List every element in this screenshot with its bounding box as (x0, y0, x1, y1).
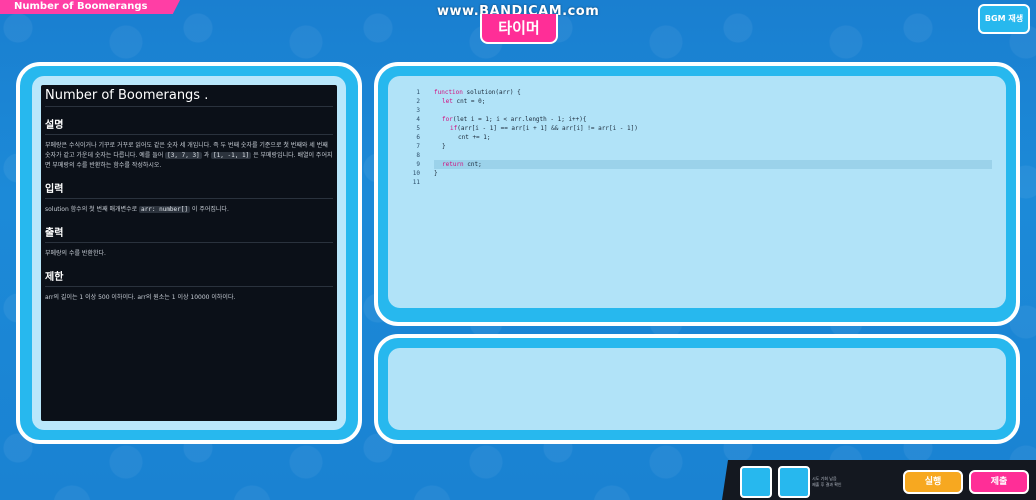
line-number: 9 (416, 161, 420, 168)
timer-badge: 타이머 (480, 14, 558, 44)
code-keyword: return (442, 161, 464, 168)
code-keyword: function (434, 89, 463, 96)
line-number: 4 (416, 116, 420, 123)
output-console (388, 348, 1006, 430)
code-line[interactable]: cnt += 1; (434, 133, 992, 142)
code-text: cnt = 0; (452, 98, 486, 105)
code-line[interactable]: let cnt = 0; (434, 97, 992, 106)
code-editor-panel: 1 2 3 4 5 6 7 8 9 10 11 function solution(arr) {le… (374, 62, 1020, 326)
code-editor[interactable]: 1 2 3 4 5 6 7 8 9 10 11 function solution(arr) {le… (388, 76, 1006, 308)
inline-code: [1, -1, 1] (211, 152, 252, 159)
line-number: 8 (416, 152, 420, 159)
section-heading-output: 출력 (45, 224, 333, 243)
line-number: 3 (416, 107, 420, 114)
code-keyword: let (442, 98, 453, 105)
code-line[interactable]: } (434, 169, 992, 178)
run-button[interactable]: 실행 (903, 470, 963, 494)
problem-panel: Number of Boomerangs . 설명 부메랑은 수식이거나 기꾸로… (16, 62, 362, 444)
line-number: 2 (416, 98, 420, 105)
section-text-constraints: arr의 길이는 1 이상 500 이하이다. arr의 원소는 1 이상 10… (45, 294, 236, 301)
submit-button[interactable]: 제출 (969, 470, 1029, 494)
code-text: cnt += 1; (458, 134, 491, 141)
item-slot-1[interactable] (740, 466, 772, 498)
problem-panel-inner: Number of Boomerangs . 설명 부메랑은 수식이거나 기꾸로… (32, 76, 346, 430)
attempt-hint: 시도 기회 남음 제출 후 결과 확인 (812, 476, 842, 487)
line-number-gutter: 1 2 3 4 5 6 7 8 9 10 11 (402, 88, 420, 187)
bgm-play-button[interactable]: BGM 재생 (978, 4, 1030, 34)
code-keyword: for (442, 116, 453, 123)
code-line[interactable]: for(let i = 1; i < arr.length - 1; i++){ (434, 115, 992, 124)
code-text: } (442, 143, 446, 150)
code-text: solution(arr) { (462, 89, 521, 96)
code-text: cnt; (463, 161, 482, 168)
code-line[interactable]: return cnt; (434, 160, 992, 169)
code-line[interactable] (434, 178, 992, 187)
section-heading-description: 설명 (45, 116, 333, 135)
code-line[interactable]: } (434, 142, 992, 151)
output-panel (374, 334, 1020, 444)
item-slot-2[interactable] (778, 466, 810, 498)
editor-body[interactable]: 1 2 3 4 5 6 7 8 9 10 11 function solution(arr) {le… (402, 88, 992, 187)
code-text: (arr[i - 1] == arr[i + 1] && arr[i] != a… (457, 125, 638, 132)
line-number: 6 (416, 134, 420, 141)
code-text: } (434, 170, 438, 177)
inline-code: arr: number[] (139, 206, 190, 213)
code-line[interactable]: function solution(arr) { (434, 88, 992, 97)
code-line[interactable] (434, 106, 992, 115)
problem-description: Number of Boomerangs . 설명 부메랑은 수식이거나 기꾸로… (41, 85, 337, 421)
line-number: 7 (416, 143, 420, 150)
line-number: 5 (416, 125, 420, 132)
code-line[interactable] (434, 151, 992, 160)
code-line[interactable]: if(arr[i - 1] == arr[i + 1] && arr[i] !=… (434, 124, 992, 133)
code-lines[interactable]: function solution(arr) {let cnt = 0; for(… (420, 88, 992, 187)
section-text-output: 부메랑의 수를 반환한다. (45, 250, 106, 257)
code-text: (let i = 1; i < arr.length - 1; i++){ (452, 116, 587, 123)
section-heading-input: 입력 (45, 180, 333, 199)
problem-heading: Number of Boomerangs . (45, 85, 333, 107)
problem-title-tab: Number of Boomerangs (0, 0, 180, 14)
line-number: 11 (412, 179, 420, 186)
inline-code: [3, 7, 3] (165, 152, 202, 159)
section-text-input: solution 함수의 첫 번째 매개변수로 arr: number[] 이 … (45, 206, 229, 213)
section-text-description: 부메랑은 수식이거나 기꾸로 거꾸로 읽어도 같은 숫자 세 개입니다. 즉 두… (45, 142, 333, 169)
line-number: 1 (416, 89, 420, 96)
section-heading-constraints: 제한 (45, 268, 333, 287)
line-number: 10 (412, 170, 420, 177)
